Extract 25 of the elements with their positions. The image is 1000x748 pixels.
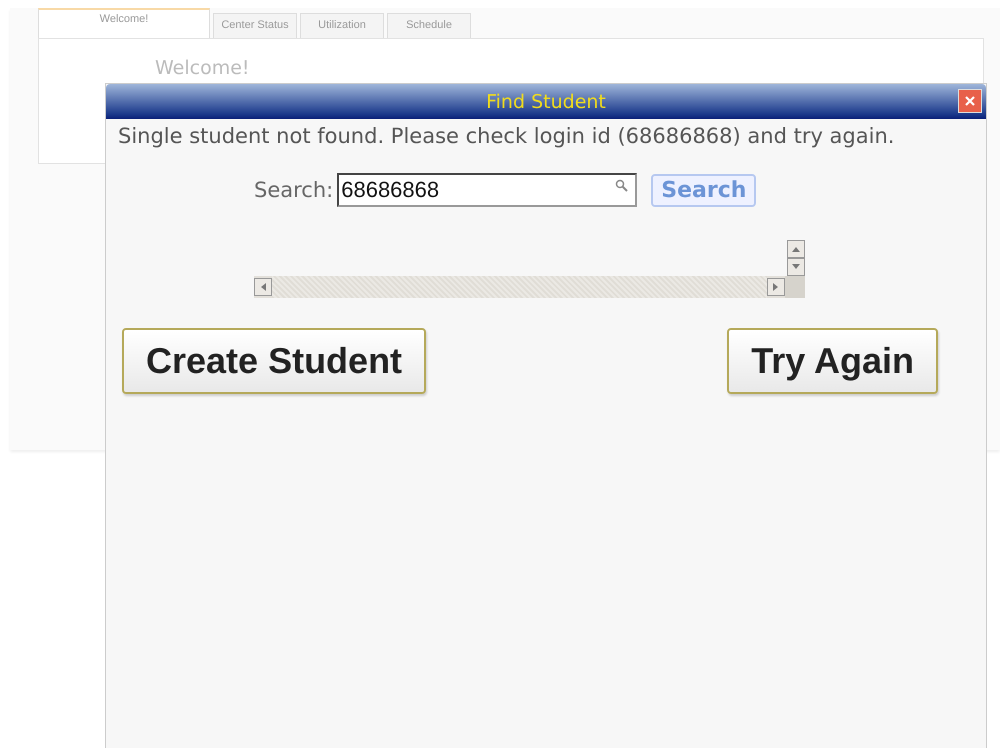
tab[interactable]: Center Status [213,13,297,38]
scrollbar-corner [785,276,805,298]
up-arrow-icon [792,246,800,252]
dialog-title: Find Student [486,90,606,112]
scroll-up-button[interactable] [787,240,805,258]
search-icon [615,179,630,193]
search-button[interactable]: Search [651,174,756,206]
welcome-heading: Welcome! [155,57,251,79]
tab[interactable]: Utilization [300,13,384,38]
action-button[interactable]: Create Student [122,328,426,394]
action-button[interactable]: Try Again [727,328,938,394]
tab[interactable]: Welcome! [38,8,210,38]
scroll-left-button[interactable] [254,278,272,296]
right-arrow-icon [773,283,779,291]
down-arrow-icon [792,264,800,270]
error-message: Single student not found. Please check login id (68686868) and try again. [117,123,896,150]
scroll-right-button[interactable] [767,278,785,296]
close-button[interactable] [958,89,982,113]
search-field[interactable]: 68686868 [337,173,638,207]
horizontal-scrollbar[interactable] [254,276,785,298]
left-arrow-icon [260,283,266,291]
search-label: Search: [254,178,334,202]
tab[interactable]: Schedule [387,13,471,38]
scroll-down-button[interactable] [787,258,805,276]
close-icon [963,94,977,108]
